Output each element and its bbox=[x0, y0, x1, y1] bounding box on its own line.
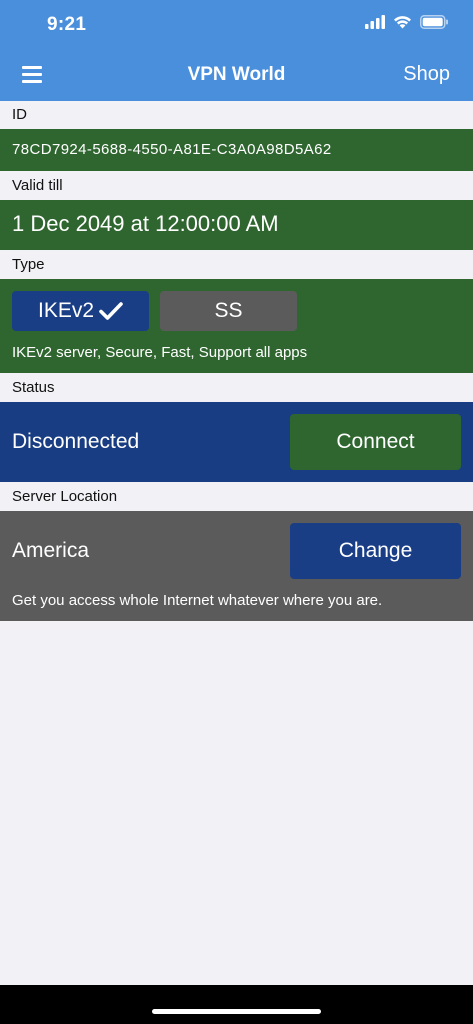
status-panel: Disconnected Connect bbox=[0, 402, 473, 482]
status-time: 9:21 bbox=[47, 14, 87, 35]
id-panel: 78CD7924-5688-4550-A81E-C3A0A98D5A62 bbox=[0, 129, 473, 171]
cellular-signal-icon bbox=[365, 15, 385, 29]
bottom-bar bbox=[0, 985, 473, 1024]
type-label: Type bbox=[12, 256, 45, 273]
change-location-button[interactable]: Change bbox=[290, 523, 461, 579]
status-label: Status bbox=[12, 379, 55, 396]
server-location-value: America bbox=[12, 539, 90, 562]
status-icons bbox=[365, 15, 449, 29]
valid-till-panel: 1 Dec 2049 at 12:00:00 AM bbox=[0, 200, 473, 250]
type-option-label: IKEv2 bbox=[37, 299, 95, 322]
server-location-description: Get you access whole Internet whatever w… bbox=[12, 592, 383, 609]
page-title: VPN World bbox=[187, 64, 286, 85]
battery-icon bbox=[420, 15, 448, 29]
type-option-label: SS bbox=[214, 299, 243, 322]
id-label: ID bbox=[12, 106, 27, 123]
wifi-icon bbox=[394, 16, 411, 29]
top-bar: 9:21 VPN World Shop bbox=[0, 0, 473, 101]
type-option-ikev2[interactable]: IKEv2 bbox=[12, 291, 149, 331]
type-panel: IKEv2 SS IKEv2 server, Secure, Fast, Sup… bbox=[0, 279, 473, 373]
connection-status: Disconnected bbox=[12, 430, 140, 453]
id-value: 78CD7924-5688-4550-A81E-C3A0A98D5A62 bbox=[12, 141, 332, 158]
app-screen: 9:21 VPN World Shop ID 78CD7924-5688-455… bbox=[0, 0, 473, 1024]
home-indicator[interactable] bbox=[152, 1009, 321, 1014]
server-location-label: Server Location bbox=[12, 488, 118, 505]
shop-button[interactable]: Shop bbox=[403, 63, 450, 86]
checkmark-icon bbox=[99, 302, 123, 320]
type-description: IKEv2 server, Secure, Fast, Support all … bbox=[12, 344, 308, 361]
valid-till-label: Valid till bbox=[12, 177, 63, 194]
type-option-ss[interactable]: SS bbox=[160, 291, 297, 331]
connect-button[interactable]: Connect bbox=[290, 414, 461, 470]
valid-till-value: 1 Dec 2049 at 12:00:00 AM bbox=[12, 211, 279, 236]
server-location-panel: America Change Get you access whole Inte… bbox=[0, 511, 473, 621]
